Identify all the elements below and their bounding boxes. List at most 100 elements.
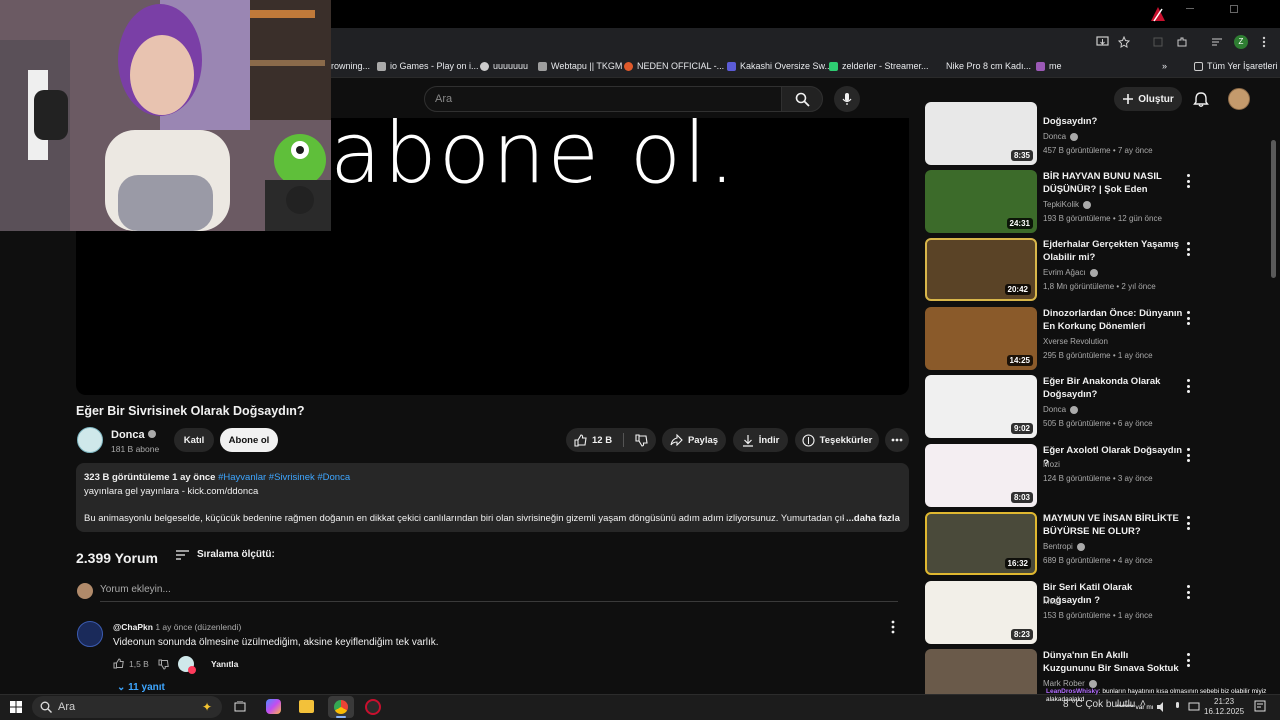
download-button[interactable]: İndir xyxy=(733,428,788,452)
thumbs-down-icon[interactable] xyxy=(635,433,648,447)
video-thumbnail[interactable]: 8:23 xyxy=(925,581,1037,644)
account-avatar[interactable] xyxy=(1228,88,1250,110)
all-bookmarks-folder[interactable]: Tüm Yer İşaretleri xyxy=(1194,61,1278,71)
video-thumbnail[interactable]: 9:02 xyxy=(925,375,1037,438)
taskbar-search-input[interactable]: Ara ✦ xyxy=(32,696,222,718)
video-thumbnail[interactable]: 16:32 xyxy=(925,512,1037,575)
recommended-title[interactable]: BİR HAYVAN BUNU NASIL DÜŞÜNÜR? | Şok Ede… xyxy=(1043,170,1183,196)
channel-avatar[interactable] xyxy=(77,427,103,453)
video-thumbnail[interactable] xyxy=(925,649,1037,694)
creator-heart-icon xyxy=(178,656,196,674)
recommended-channel[interactable]: Xverse Revolution xyxy=(1043,337,1108,346)
video-menu-icon[interactable] xyxy=(1183,242,1193,256)
comment-time[interactable]: 1 ay önce (düzenlendi) xyxy=(155,622,241,632)
recommended-channel[interactable]: Mozi xyxy=(1043,460,1060,469)
recommended-channel[interactable]: Donca xyxy=(1043,405,1079,414)
recommended-title[interactable]: Dinozorlardan Önce: Dünyanın En Korkunç … xyxy=(1043,307,1183,333)
maximize-icon[interactable] xyxy=(1230,5,1238,13)
bookmark-item[interactable]: io Games - Play on i... xyxy=(377,61,479,71)
hashtags[interactable]: #Hayvanlar #Sivrisinek #Donca xyxy=(218,472,350,483)
install-app-icon[interactable] xyxy=(1096,36,1109,48)
video-thumbnail[interactable]: 8:35 xyxy=(925,102,1037,165)
tab-search-icon[interactable] xyxy=(1211,36,1223,48)
recommended-title[interactable]: Eğer Bir Anakonda Olarak Doğsaydın? xyxy=(1043,375,1183,401)
video-menu-icon[interactable] xyxy=(1183,653,1193,667)
comment-dislike-icon[interactable] xyxy=(158,659,169,670)
profile-avatar[interactable]: Z xyxy=(1234,35,1248,49)
microphone-icon xyxy=(842,93,852,105)
channel-name[interactable]: Donca xyxy=(111,429,156,441)
windows-start-icon[interactable] xyxy=(10,701,22,713)
show-more-link[interactable]: ...daha fazla xyxy=(846,513,900,524)
bookmark-item[interactable]: Webtapu || TKGM xyxy=(538,61,622,71)
video-thumbnail[interactable]: 14:25 xyxy=(925,307,1037,370)
comment-author[interactable]: @ChaPkn xyxy=(113,622,153,632)
subscribe-button[interactable]: Abone ol xyxy=(220,428,278,452)
recommended-channel[interactable]: Donca xyxy=(1043,132,1079,141)
voice-search-button[interactable] xyxy=(834,86,860,112)
bookmark-star-icon[interactable] xyxy=(1118,36,1130,48)
reply-button[interactable]: Yanıtla xyxy=(211,659,238,669)
recommended-title[interactable]: Bir Seri Katil Olarak Doğsaydın ? xyxy=(1043,581,1183,607)
comment-author-avatar[interactable] xyxy=(77,621,103,647)
description-box[interactable]: 323 B görüntüleme 1 ay önce #Hayvanlar #… xyxy=(76,463,909,532)
recommended-channel[interactable]: Mozi xyxy=(1043,597,1060,606)
recommended-video[interactable]: 20:42 Ejderhalar Gerçekten Yaşamış Olabi… xyxy=(925,238,1215,302)
recommended-title[interactable]: Eğer Axolotl Olarak Doğsaydın ? xyxy=(1043,444,1183,470)
sort-comments-button[interactable]: Sıralama ölçütü: xyxy=(176,549,275,560)
bookmark-item[interactable]: zelderler - Streamer... xyxy=(829,61,929,71)
video-thumbnail[interactable]: 24:31 xyxy=(925,170,1037,233)
thanks-button[interactable]: Teşekkürler xyxy=(795,428,879,452)
video-menu-icon[interactable] xyxy=(1183,585,1193,599)
bookmark-item[interactable]: me xyxy=(1036,61,1062,71)
chrome-taskbar-button[interactable] xyxy=(328,696,354,718)
recommended-channel-label: Bentropi xyxy=(1043,542,1073,551)
bookmark-item[interactable]: NEDEN OFFICIAL -... xyxy=(624,61,724,71)
bookmark-item[interactable]: Kakashi Oversize Sw... xyxy=(727,61,832,71)
recommended-video[interactable]: 14:25 Dinozorlardan Önce: Dünyanın En Ko… xyxy=(925,307,1215,371)
search-button[interactable] xyxy=(781,86,823,112)
comment-like-button[interactable]: 1,5 B xyxy=(113,658,149,669)
page-scrollbar[interactable] xyxy=(1271,140,1276,278)
recommended-title[interactable]: MAYMUN VE İNSAN BİRLİKTE BÜYÜRSE NE OLUR… xyxy=(1043,512,1183,538)
add-comment-input[interactable]: Yorum ekleyin... xyxy=(100,584,898,602)
join-button[interactable]: Katıl xyxy=(174,428,214,452)
video-menu-icon[interactable] xyxy=(1183,379,1193,393)
show-replies-button[interactable]: ⌄ 11 yanıt xyxy=(117,682,165,693)
recommended-title[interactable]: Dünya'nın En Akıllı Kuzgununu Bir Sınava… xyxy=(1043,649,1183,675)
recommended-video[interactable]: 8:23 Bir Seri Katil Olarak Doğsaydın ? M… xyxy=(925,581,1215,645)
video-thumbnail[interactable]: 20:42 xyxy=(925,238,1037,301)
recommended-title[interactable]: Doğsaydın? xyxy=(1043,115,1183,128)
bookmark-item[interactable]: uuuuuuu xyxy=(480,61,528,71)
file-explorer-icon[interactable] xyxy=(299,700,314,713)
video-menu-icon[interactable] xyxy=(1183,174,1193,188)
video-menu-icon[interactable] xyxy=(1183,516,1193,530)
share-button[interactable]: Paylaş xyxy=(662,428,726,452)
copilot-icon[interactable] xyxy=(266,699,281,714)
bookmark-item[interactable]: Nike Pro 8 cm Kadı... xyxy=(946,61,1031,71)
recommended-video[interactable]: 16:32 MAYMUN VE İNSAN BİRLİKTE BÜYÜRSE N… xyxy=(925,512,1215,576)
more-bookmarks-icon[interactable]: » xyxy=(1162,61,1167,71)
task-view-icon[interactable] xyxy=(234,701,246,713)
recommended-video[interactable]: 9:02 Eğer Bir Anakonda Olarak Doğsaydın?… xyxy=(925,375,1215,439)
browser-menu-icon[interactable] xyxy=(1261,36,1267,48)
recommended-channel[interactable]: Evrim Ağacı xyxy=(1043,268,1098,277)
recording-app-taskbar-icon[interactable] xyxy=(365,699,381,715)
recommended-channel[interactable]: Mark Rober xyxy=(1043,679,1097,688)
recommended-channel[interactable]: TepkiKolik xyxy=(1043,200,1092,209)
recommended-video[interactable]: 8:35 Doğsaydın? Donca 457 B görüntüleme … xyxy=(925,102,1215,166)
like-button[interactable]: 12 B xyxy=(574,433,612,447)
bookmark-item[interactable]: rowning... xyxy=(331,61,370,71)
recommended-video[interactable]: 24:31 BİR HAYVAN BUNU NASIL DÜŞÜNÜR? | Ş… xyxy=(925,170,1215,234)
extensions-icon[interactable] xyxy=(1176,36,1188,48)
more-actions-button[interactable] xyxy=(885,428,909,452)
recommended-video[interactable]: 8:03 Eğer Axolotl Olarak Doğsaydın ? Moz… xyxy=(925,444,1215,508)
recommended-channel[interactable]: Bentropi xyxy=(1043,542,1085,551)
video-menu-icon[interactable] xyxy=(1183,311,1193,325)
minimize-icon[interactable] xyxy=(1186,8,1194,9)
recommended-title[interactable]: Ejderhalar Gerçekten Yaşamış Olabilir mi… xyxy=(1043,238,1183,264)
share-page-icon[interactable] xyxy=(1152,36,1164,48)
video-menu-icon[interactable] xyxy=(1183,448,1193,462)
comment-menu-icon[interactable] xyxy=(890,620,896,634)
video-thumbnail[interactable]: 8:03 xyxy=(925,444,1037,507)
